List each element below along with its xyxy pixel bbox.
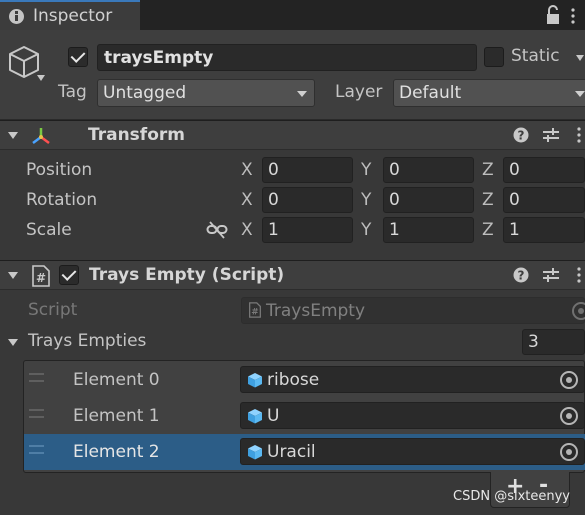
list-label[interactable]: Trays Empties: [28, 331, 146, 351]
layer-label: Layer: [335, 82, 383, 102]
list-item[interactable]: Element 1 U: [24, 398, 585, 434]
component-menu-icon[interactable]: [576, 127, 582, 143]
watermark: CSDN @sixteenyy: [453, 489, 570, 504]
lock-icon[interactable]: [545, 5, 561, 25]
script-component-title: Trays Empty (Script): [89, 265, 285, 285]
element-value: ribose: [267, 370, 320, 390]
prefab-cube-icon: [248, 445, 262, 460]
element-value: U: [267, 406, 280, 426]
chevron-down-icon[interactable]: [36, 74, 46, 82]
axis-z-label[interactable]: Z: [482, 190, 494, 210]
scale-x-field[interactable]: 1: [262, 217, 353, 243]
axis-x-label[interactable]: X: [241, 160, 253, 180]
prefab-cube-icon: [248, 409, 262, 424]
object-picker-icon[interactable]: [560, 443, 578, 461]
rotation-y-field[interactable]: 0: [383, 187, 474, 213]
axis-x-label[interactable]: X: [241, 220, 253, 240]
help-icon[interactable]: ?: [513, 267, 529, 283]
position-z-field[interactable]: 0: [503, 157, 585, 183]
element-value: Uracil: [267, 442, 316, 462]
position-x-field[interactable]: 0: [262, 157, 353, 183]
scale-z-field[interactable]: 1: [503, 217, 585, 243]
svg-text:?: ?: [518, 129, 525, 143]
axis-z-label[interactable]: Z: [482, 220, 494, 240]
object-picker-icon[interactable]: [560, 407, 578, 425]
script-component-header[interactable]: # Trays Empty (Script) ?: [0, 260, 585, 290]
transform-header[interactable]: Transform ?: [0, 120, 585, 150]
transform-axes-icon: [32, 128, 50, 144]
drag-handle-icon[interactable]: [29, 445, 44, 454]
object-picker-icon: [572, 302, 585, 320]
svg-text:?: ?: [518, 269, 525, 283]
object-picker-icon[interactable]: [560, 371, 578, 389]
constrain-proportions-unlinked-icon[interactable]: [206, 221, 228, 239]
inspector-tab[interactable]: Inspector: [0, 0, 140, 30]
script-enabled-checkbox[interactable]: [59, 265, 79, 285]
tag-label: Tag: [58, 82, 87, 102]
script-label: Script: [28, 300, 78, 320]
script-reference-value: TraysEmpty: [266, 301, 366, 321]
element-object-field[interactable]: U: [240, 402, 585, 429]
info-icon: [9, 9, 24, 24]
scale-y-field[interactable]: 1: [383, 217, 474, 243]
drag-handle-icon[interactable]: [29, 409, 44, 418]
tag-value: Untagged: [103, 83, 187, 103]
rotation-label: Rotation: [26, 190, 98, 210]
element-label: Element 2: [73, 442, 160, 462]
component-menu-icon[interactable]: [576, 267, 582, 283]
static-checkbox[interactable]: [484, 47, 504, 67]
scale-label: Scale: [26, 220, 72, 240]
active-checkbox[interactable]: [68, 47, 88, 67]
axis-z-label[interactable]: Z: [482, 160, 494, 180]
script-file-icon: #: [249, 302, 261, 318]
position-label: Position: [26, 160, 93, 180]
element-label: Element 0: [73, 370, 160, 390]
layer-dropdown[interactable]: Default: [393, 79, 585, 107]
preset-sliders-icon[interactable]: [542, 267, 560, 283]
script-reference-field: # TraysEmpty: [241, 297, 585, 324]
object-name-input[interactable]: traysEmpty: [97, 44, 477, 71]
transform-title: Transform: [88, 125, 185, 145]
more-menu-icon[interactable]: [570, 8, 576, 24]
static-label: Static: [511, 46, 560, 66]
static-dropdown-icon[interactable]: [575, 54, 585, 62]
list-item[interactable]: Element 0 ribose: [24, 362, 585, 398]
rotation-z-field[interactable]: 0: [503, 187, 585, 213]
element-label: Element 1: [73, 406, 160, 426]
foldout-expanded-icon[interactable]: [7, 129, 19, 141]
tag-dropdown[interactable]: Untagged: [97, 79, 315, 107]
prefab-cube-icon: [248, 373, 262, 388]
script-file-icon: #: [32, 265, 50, 287]
svg-text:#: #: [36, 271, 46, 285]
chevron-down-icon: [575, 91, 585, 97]
help-icon[interactable]: ?: [513, 127, 529, 143]
foldout-expanded-icon[interactable]: [7, 269, 19, 281]
element-object-field[interactable]: Uracil: [240, 438, 585, 465]
layer-value: Default: [399, 83, 462, 103]
preset-sliders-icon[interactable]: [542, 127, 560, 143]
axis-x-label[interactable]: X: [241, 190, 253, 210]
drag-handle-icon[interactable]: [29, 373, 44, 382]
foldout-expanded-icon[interactable]: [7, 336, 19, 348]
tab-title: Inspector: [33, 6, 113, 26]
chevron-down-icon: [297, 91, 307, 97]
axis-y-label[interactable]: Y: [361, 220, 371, 240]
axis-y-label[interactable]: Y: [361, 160, 371, 180]
svg-text:#: #: [251, 307, 258, 317]
position-y-field[interactable]: 0: [383, 157, 474, 183]
element-object-field[interactable]: ribose: [240, 366, 585, 393]
axis-y-label[interactable]: Y: [361, 190, 371, 210]
list-size-field[interactable]: 3: [522, 329, 585, 355]
rotation-x-field[interactable]: 0: [262, 187, 353, 213]
list-item-selected[interactable]: Element 2 Uracil: [24, 434, 585, 470]
